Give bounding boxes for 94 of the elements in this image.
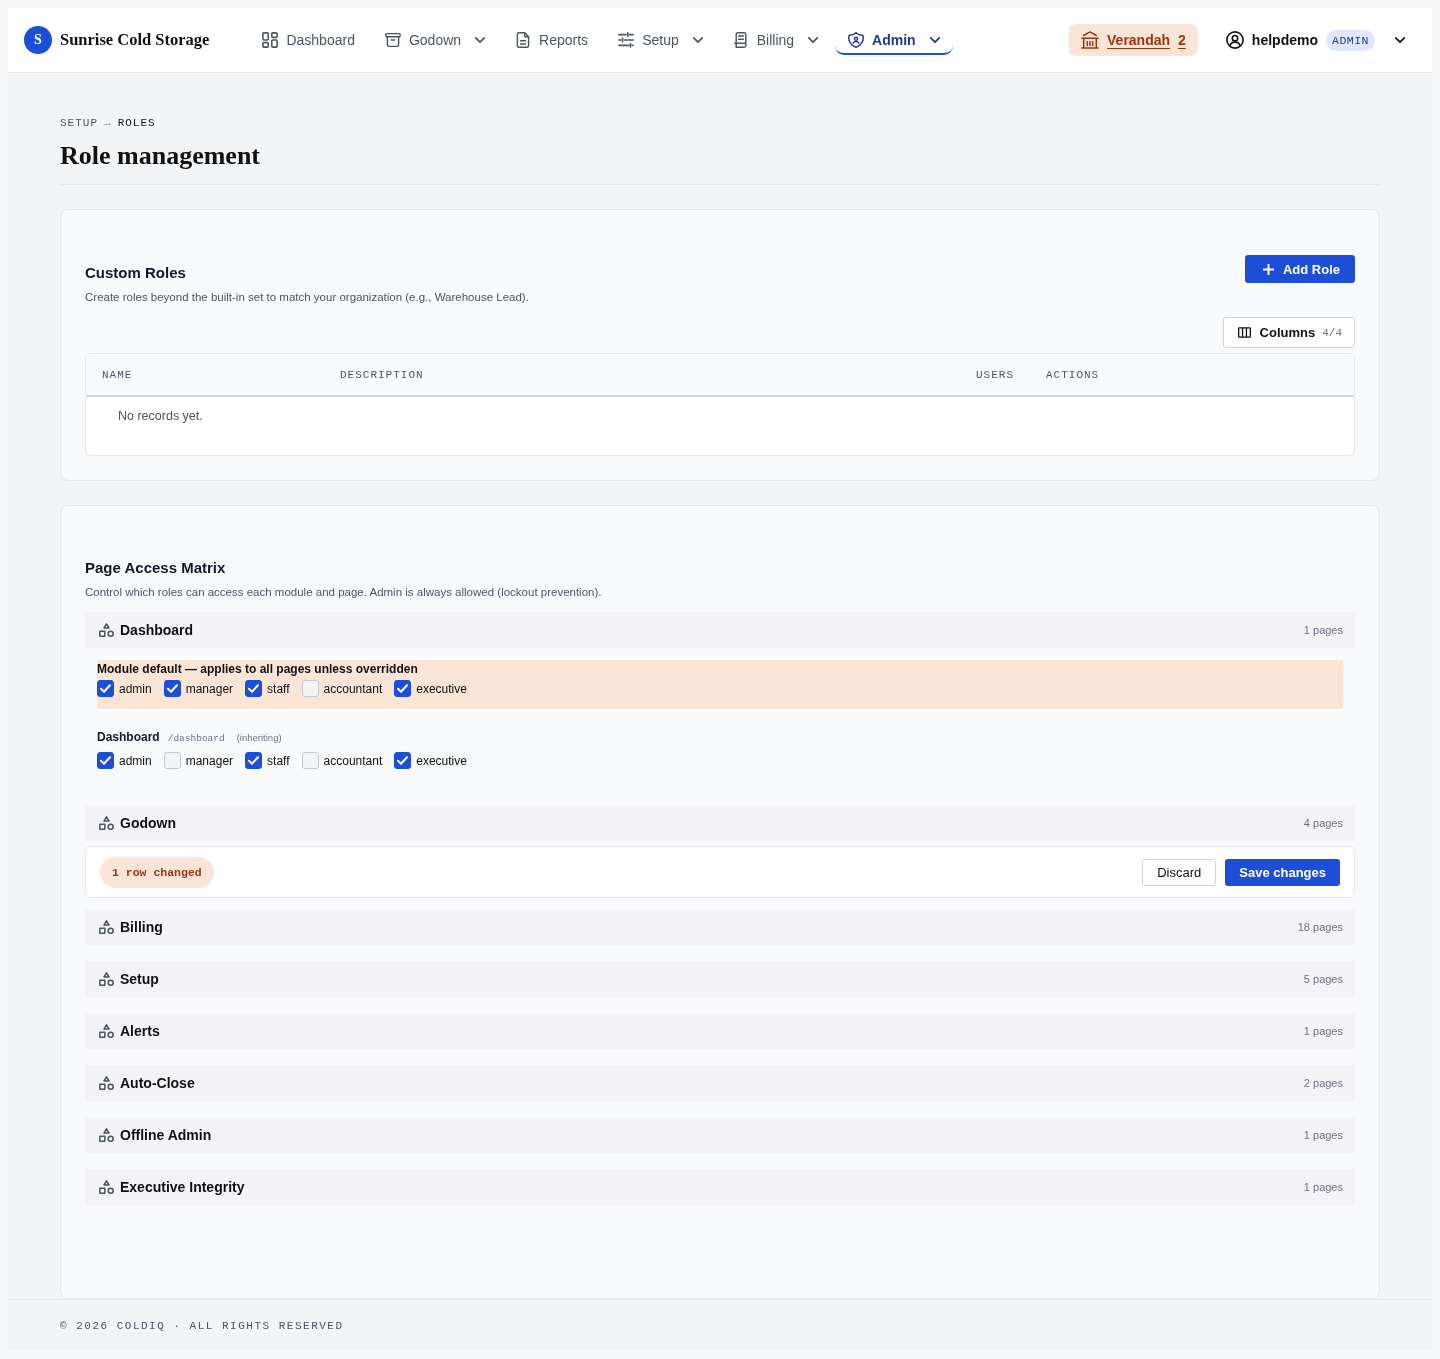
shapes-icon	[99, 971, 114, 987]
columns-button[interactable]: Columns 4/4	[1222, 317, 1355, 348]
shield-user-icon	[848, 32, 865, 48]
module-row[interactable]: Offline Admin 1 pages	[85, 1117, 1355, 1153]
section-subtitle: Control which roles can access each module and page. Admin is always allowed (lockout prevention).	[85, 585, 603, 599]
user-menu[interactable]: helpdemo ADMIN	[1225, 29, 1405, 51]
breadcrumb-link[interactable]: SETUP	[60, 116, 98, 130]
shapes-icon	[99, 1127, 114, 1143]
shapes-icon	[99, 1179, 114, 1195]
caret-icon	[1395, 37, 1405, 43]
page-name: Dashboard	[97, 730, 160, 744]
page-count: 1 pages	[1303, 1181, 1343, 1193]
page-count: 2 pages	[1303, 1077, 1343, 1089]
module-row[interactable]: Executive Integrity 1 pages	[85, 1169, 1355, 1205]
checkbox-label: admin	[119, 681, 152, 696]
sliders-icon	[618, 32, 635, 48]
checkbox[interactable]	[97, 680, 114, 697]
module-default-label: Module default — applies to all pages unless overridden	[97, 662, 419, 676]
module-row[interactable]: Auto-Close 2 pages	[85, 1065, 1355, 1101]
role-badge: ADMIN	[1326, 29, 1375, 51]
checkbox-label: admin	[119, 753, 152, 768]
checkbox-label: accountant	[323, 753, 383, 768]
module-row[interactable]: Alerts 1 pages	[85, 1013, 1355, 1049]
module-name: Setup	[120, 971, 159, 987]
location-switcher[interactable]: Verandah 2	[1069, 24, 1198, 56]
nav-item[interactable]: Reports	[502, 25, 602, 55]
empty-message: No records yet.	[118, 409, 203, 423]
page-count: 1 pages	[1303, 1025, 1343, 1037]
section-title: Custom Roles	[85, 264, 187, 282]
archive-box-icon	[384, 32, 401, 48]
copyright-text: © 2026 COLDIQ · ALL RIGHTS RESERVED	[60, 1319, 345, 1333]
page-title: Role management	[60, 140, 1380, 185]
add-role-button[interactable]: Add Role	[1244, 255, 1355, 283]
column-header: USERS	[976, 368, 1015, 381]
checkbox-label: executive	[416, 753, 467, 768]
column-header: ACTIONS	[1046, 368, 1101, 381]
document-icon	[515, 32, 532, 48]
module-row[interactable]: Godown 4 pages	[85, 805, 1355, 841]
page-count: 18 pages	[1297, 921, 1343, 933]
logo-badge: S	[24, 26, 52, 54]
checkbox[interactable]	[245, 752, 263, 769]
checkbox-label: manager	[185, 681, 234, 696]
checkbox-label: accountant	[323, 681, 383, 696]
building-icon	[1081, 31, 1100, 49]
column-header: DESCRIPTION	[340, 368, 425, 381]
breadcrumb-current: ROLES	[117, 116, 156, 130]
user-circle-icon	[1225, 31, 1244, 49]
shapes-icon	[99, 622, 114, 638]
shapes-icon	[99, 919, 114, 935]
discard-button[interactable]: Discard	[1142, 858, 1217, 886]
grid-icon	[262, 32, 279, 48]
nav-item[interactable]: Billing	[719, 25, 832, 55]
module-row[interactable]: Setup 5 pages	[85, 961, 1355, 997]
module-name: Offline Admin	[120, 1127, 212, 1143]
checkbox-label: staff	[267, 681, 290, 696]
checkbox-label: staff	[267, 753, 290, 768]
shapes-icon	[99, 1023, 114, 1039]
brand-name: Sunrise Cold Storage	[60, 30, 210, 50]
page-count: 1 pages	[1303, 624, 1343, 636]
module-row[interactable]: Dashboard 1 pages	[85, 612, 1355, 648]
shapes-icon	[99, 1075, 114, 1091]
nav-item[interactable]: Dashboard	[249, 25, 368, 55]
shapes-icon	[99, 815, 114, 831]
module-name: Godown	[120, 815, 176, 831]
checkbox[interactable]	[394, 680, 412, 697]
column-header: NAME	[102, 368, 134, 381]
page-count: 5 pages	[1303, 973, 1343, 985]
section-subtitle: Create roles beyond the built-in set to match your organization (e.g., Warehouse Lead).	[85, 290, 529, 304]
checkbox[interactable]	[245, 680, 263, 697]
save-changes-button[interactable]: Save changes	[1225, 858, 1340, 886]
page-count: 1 pages	[1303, 1129, 1343, 1141]
module-name: Alerts	[120, 1023, 160, 1039]
section-title: Page Access Matrix	[85, 559, 227, 577]
page-status: (inheriting)	[236, 731, 282, 745]
checkbox[interactable]	[97, 752, 114, 769]
columns-icon	[1237, 327, 1251, 338]
changes-badge: 1 row changed	[100, 856, 214, 888]
module-row[interactable]: Billing 18 pages	[85, 909, 1355, 945]
checkbox-label: executive	[416, 681, 467, 696]
checkbox-label: manager	[185, 753, 234, 768]
page-count: 4 pages	[1303, 817, 1343, 829]
nav-item[interactable]: Admin	[835, 25, 953, 55]
module-name: Executive Integrity	[120, 1179, 245, 1195]
page-path: /dashboard	[167, 732, 225, 746]
receipt-icon	[732, 32, 749, 48]
module-name: Billing	[120, 919, 163, 935]
plus-icon	[1262, 263, 1274, 275]
checkbox[interactable]	[394, 752, 412, 769]
module-name: Dashboard	[120, 622, 194, 638]
checkbox[interactable]	[163, 680, 181, 697]
module-name: Auto-Close	[120, 1075, 195, 1091]
breadcrumb-separator: →	[104, 116, 112, 130]
nav-item[interactable]: Godown	[371, 25, 499, 55]
nav-item[interactable]: Setup	[605, 25, 716, 55]
